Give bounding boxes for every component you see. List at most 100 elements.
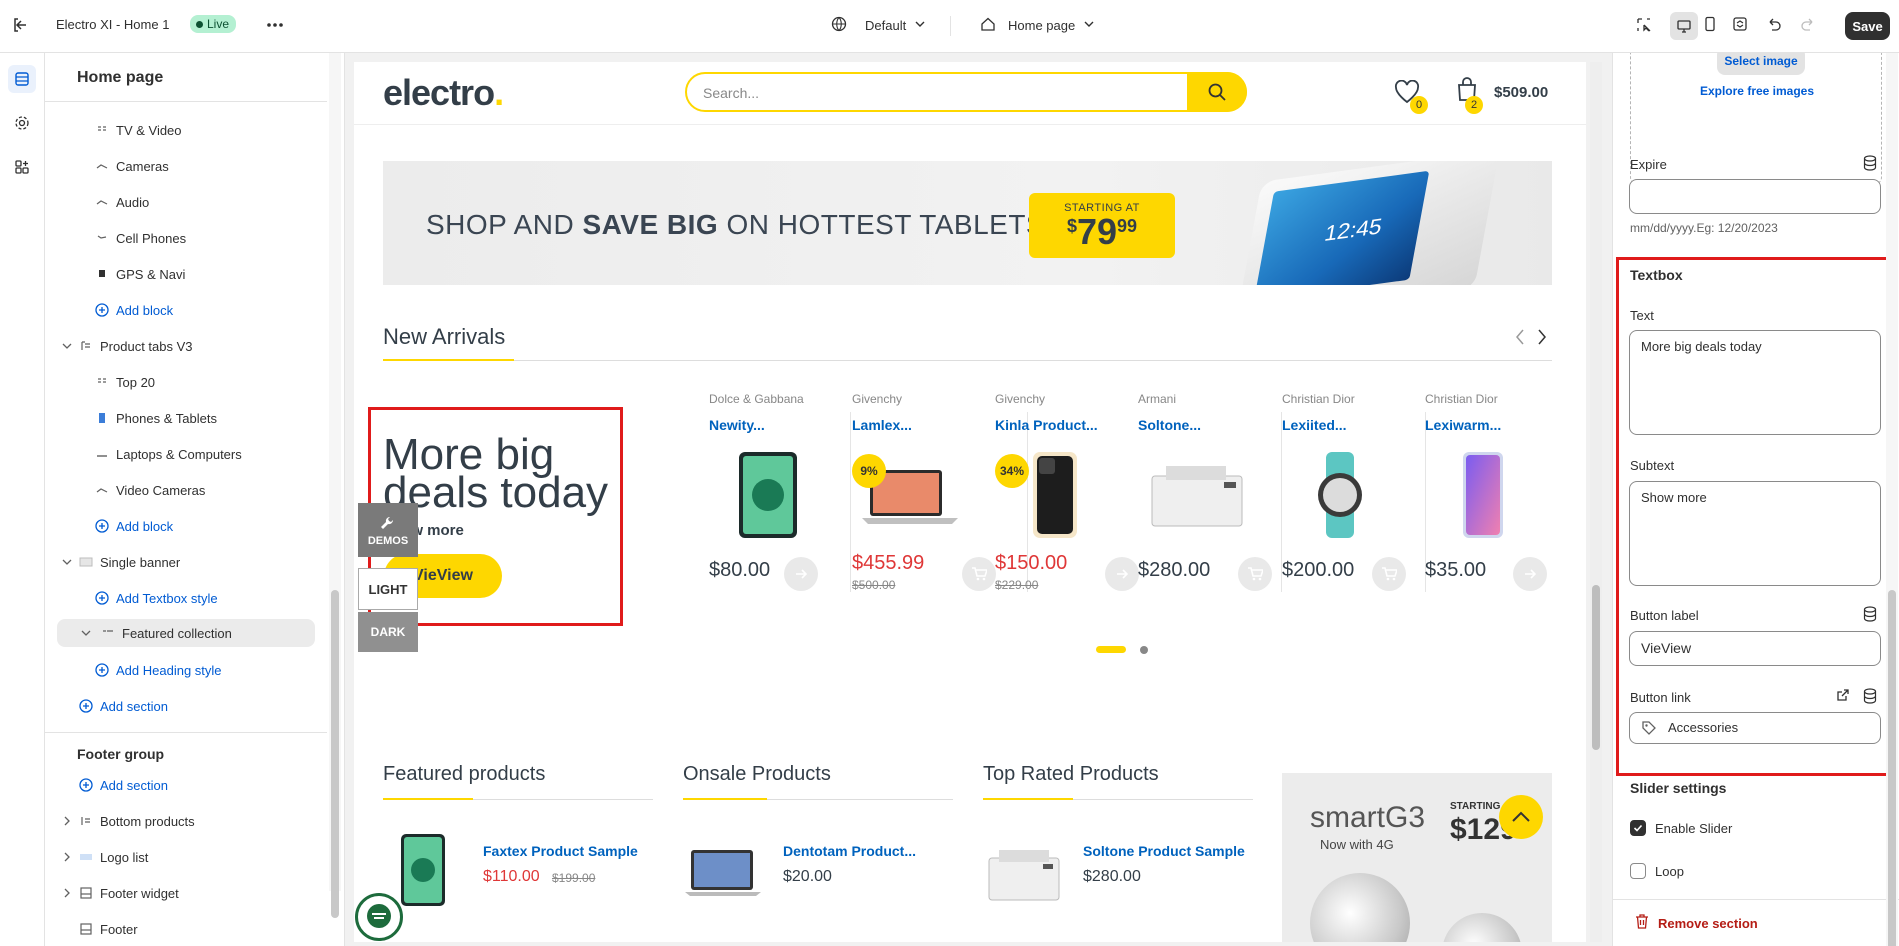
image-picker: Select image Explore free images [1630, 53, 1882, 185]
carousel-dot-active[interactable] [1096, 646, 1126, 653]
title-underline [683, 798, 767, 800]
loop-checkbox[interactable] [1630, 863, 1646, 879]
tree-item-cell-phones[interactable]: Cell Phones [45, 224, 327, 252]
carousel-dot[interactable] [1140, 646, 1148, 654]
chevron-right-icon[interactable] [1536, 326, 1548, 352]
block-icon [95, 267, 109, 281]
product-name[interactable]: Lamlex... [852, 417, 912, 433]
divider [45, 732, 327, 733]
tablets-banner[interactable]: SHOP AND SAVE BIG ON HOTTEST TABLETS STA… [383, 161, 1552, 285]
store-logo[interactable]: electro. [383, 72, 504, 114]
product-card[interactable]: Christian Dior Lexiited... $200.00 [1282, 392, 1426, 612]
product-card[interactable]: Givenchy Kinla Product... 34% $150.00 $2… [995, 392, 1139, 612]
divider [1613, 899, 1899, 900]
settings-scrollbar-thumb[interactable] [1888, 590, 1896, 946]
add-heading-style-button[interactable]: Add Heading style [45, 656, 327, 684]
mobile-view-icon[interactable] [1702, 16, 1718, 32]
tree-item-top-20[interactable]: Top 20 [45, 368, 327, 396]
dynamic-source-icon[interactable] [1863, 155, 1877, 174]
arrow-right-icon[interactable] [784, 557, 818, 591]
select-image-button[interactable]: Select image [1717, 53, 1805, 75]
trash-icon [1635, 914, 1649, 932]
chevron-down-icon [914, 18, 926, 33]
product-card[interactable]: Armani Soltone... $280.00 [1138, 392, 1282, 612]
tree-item-featured-collection[interactable]: Featured collection [57, 619, 315, 647]
add-to-cart-icon[interactable] [1372, 557, 1406, 591]
product-name[interactable]: Lexiwarm... [1425, 417, 1501, 433]
sections-icon[interactable] [8, 65, 36, 93]
apps-icon[interactable] [8, 153, 36, 181]
tree-item-audio[interactable]: Audio [45, 188, 327, 216]
product-price: $150.00 [995, 552, 1068, 574]
product-name[interactable]: Soltone Product Sample [1083, 843, 1245, 859]
cart-total[interactable]: $509.00 [1494, 84, 1548, 101]
add-block-button[interactable]: Add block [45, 296, 327, 324]
product-price: $455.99 [852, 552, 925, 574]
tree-item-logo-list[interactable]: Logo list [45, 843, 327, 871]
page-select[interactable]: Home page [980, 16, 1095, 35]
product-brand: Givenchy [995, 392, 1046, 406]
tree-item-gps-navi[interactable]: GPS & Navi [45, 260, 327, 288]
redo-icon[interactable] [1800, 16, 1816, 32]
product-card[interactable]: Givenchy Lamlex... 9% $455.99 $500.00 [852, 392, 1028, 612]
explore-free-images-link[interactable]: Explore free images [1631, 84, 1883, 98]
section-tree-panel: Home page TV & Video Cameras Audio Cell … [45, 53, 345, 946]
light-mode-button[interactable]: LIGHT [358, 568, 418, 610]
tree-item-bottom-products[interactable]: Bottom products [45, 807, 327, 835]
more-actions-icon[interactable] [266, 16, 284, 34]
tree-item-video-cameras[interactable]: Video Cameras [45, 476, 327, 504]
search-icon[interactable] [1187, 72, 1247, 112]
tree-item-tv-video[interactable]: TV & Video [45, 116, 327, 144]
tree-item-phones-tablets[interactable]: Phones & Tablets [45, 404, 327, 432]
arrow-right-icon[interactable] [1105, 557, 1139, 591]
product-card[interactable]: Christian Dior Lexiwarm... $35.00 [1425, 392, 1567, 612]
save-button[interactable]: Save [1845, 12, 1890, 40]
divider [850, 412, 851, 592]
add-block-button[interactable]: Add block [45, 512, 327, 540]
tree-item-single-banner[interactable]: Single banner [45, 548, 327, 576]
chat-widget-button[interactable] [355, 893, 403, 941]
preview-scrollbar[interactable] [1590, 62, 1602, 942]
tree-item-cameras[interactable]: Cameras [45, 152, 327, 180]
loop-label[interactable]: Loop [1655, 864, 1684, 879]
tree-item-footer[interactable]: Footer [45, 915, 327, 943]
remove-section-button[interactable]: Remove section [1635, 914, 1758, 932]
preview-scrollbar-thumb[interactable] [1592, 585, 1600, 750]
tree-item-product-tabs-v3[interactable]: Product tabs V3 [45, 332, 327, 360]
dark-mode-button[interactable]: DARK [358, 612, 418, 652]
product-name[interactable]: Faxtex Product Sample [483, 843, 638, 859]
expire-input[interactable] [1629, 179, 1881, 214]
fullscreen-icon[interactable] [1732, 16, 1748, 32]
theme-select[interactable]: Default [831, 16, 926, 35]
tree-item-footer-widget[interactable]: Footer widget [45, 879, 327, 907]
tree-scrollbar-thumb[interactable] [331, 590, 339, 918]
block-icon [95, 123, 109, 137]
tree-item-laptops-computers[interactable]: Laptops & Computers [45, 440, 327, 468]
exit-icon[interactable] [11, 16, 29, 34]
add-to-cart-icon[interactable] [962, 557, 996, 591]
search-bar[interactable]: Search... [685, 72, 1247, 112]
scroll-to-top-button[interactable] [1499, 795, 1543, 839]
add-section-button[interactable]: Add section [45, 692, 327, 720]
chevron-left-icon[interactable] [1514, 326, 1526, 352]
product-name[interactable]: Kinla Product... [995, 417, 1098, 433]
arrow-right-icon[interactable] [1513, 557, 1547, 591]
product-name[interactable]: Dentotam Product... [783, 843, 916, 859]
add-textbox-style-button[interactable]: Add Textbox style [45, 584, 327, 612]
enable-slider-checkbox[interactable] [1630, 820, 1646, 836]
product-name[interactable]: Lexiited... [1282, 417, 1347, 433]
enable-slider-label[interactable]: Enable Slider [1655, 821, 1732, 836]
settings-gear-icon[interactable] [8, 109, 36, 137]
desktop-view-icon[interactable] [1670, 12, 1698, 40]
add-to-cart-icon[interactable] [1238, 557, 1272, 591]
undo-icon[interactable] [1766, 16, 1782, 32]
inspector-icon[interactable] [1635, 16, 1653, 34]
product-name[interactable]: Newity... [709, 417, 765, 433]
demos-button[interactable]: DEMOS [358, 503, 418, 557]
product-card[interactable]: Dolce & Gabbana Newity... $80.00 [709, 392, 851, 612]
add-section-button[interactable]: Add section [45, 771, 327, 799]
search-input[interactable]: Search... [703, 85, 759, 101]
product-name[interactable]: Soltone... [1138, 417, 1201, 433]
layout-icon [79, 922, 93, 936]
plus-circle-icon [95, 303, 109, 317]
